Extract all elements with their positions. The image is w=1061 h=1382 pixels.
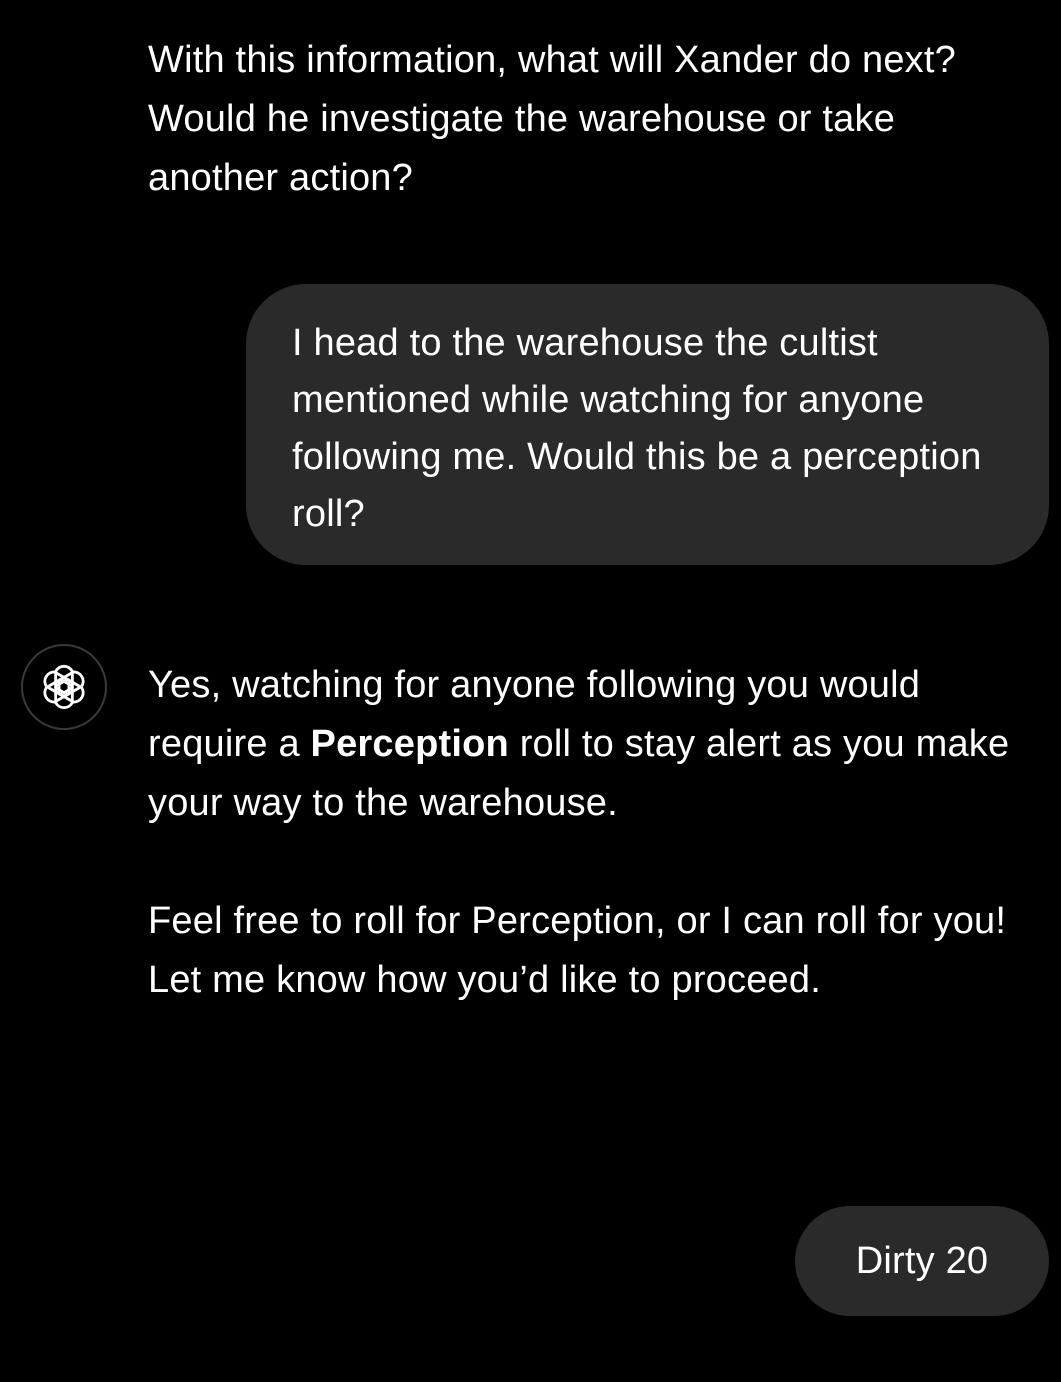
user-message-bubble: I head to the warehouse the cultist ment… (246, 284, 1049, 565)
assistant-bold-term: Perception (310, 723, 509, 765)
openai-logo-icon (43, 664, 85, 710)
user-message-text: I head to the warehouse the cultist ment… (292, 322, 982, 535)
assistant-message: With this information, what will Xander … (148, 31, 1028, 208)
chat-thread: With this information, what will Xander … (0, 0, 1061, 1382)
user-message-bubble: Dirty 20 (795, 1206, 1049, 1316)
assistant-paragraph: Feel free to roll for Perception, or I c… (148, 900, 1007, 1001)
assistant-paragraph: Yes, watching for anyone following you w… (148, 656, 1028, 833)
user-message-text: Dirty 20 (855, 1239, 989, 1282)
assistant-message: Yes, watching for anyone following you w… (148, 656, 1028, 1010)
assistant-message-text: With this information, what will Xander … (148, 39, 956, 199)
assistant-avatar (21, 644, 107, 730)
